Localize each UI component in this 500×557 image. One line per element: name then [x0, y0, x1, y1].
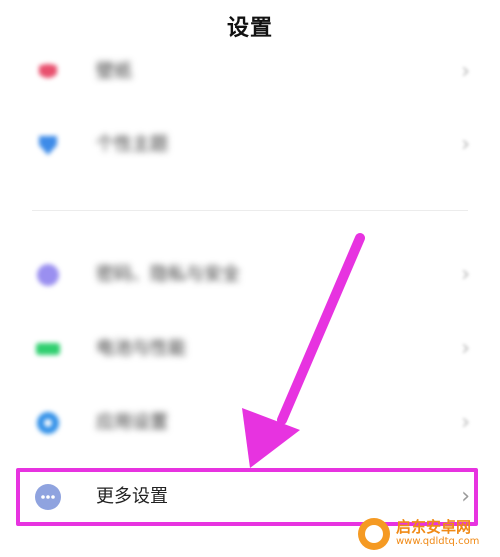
watermark-logo-icon [358, 518, 390, 550]
watermark-name: 启东安卓网 [396, 518, 472, 536]
annotation-arrow-icon [242, 233, 365, 468]
site-watermark: 启东安卓网 www.qdldtq.com [358, 515, 494, 553]
watermark-url: www.qdldtq.com [396, 536, 480, 547]
